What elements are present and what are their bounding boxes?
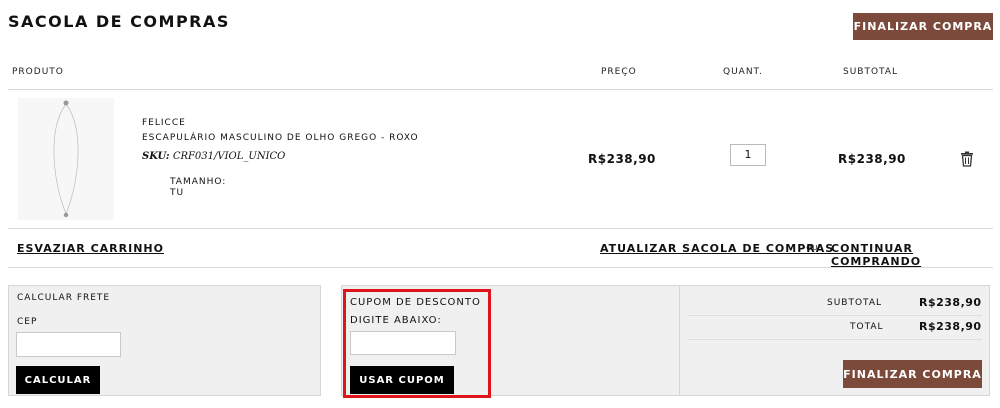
divider <box>688 315 982 316</box>
item-price: R$238,90 <box>588 152 656 166</box>
sku-label: SKU: <box>142 151 170 162</box>
product-sku: SKU: CRF031/VIOL_UNICO <box>142 151 285 162</box>
product-name[interactable]: ESCAPULÁRIO MASCULINO DE OLHO GREGO - RO… <box>142 133 419 143</box>
divider <box>8 228 993 229</box>
product-image[interactable] <box>18 98 114 220</box>
sku-value: CRF031/VIOL_UNICO <box>172 151 286 162</box>
cep-input[interactable] <box>16 332 121 357</box>
summary-subtotal-value: R$238,90 <box>919 296 982 309</box>
continue-shopping-link[interactable]: CONTINUAR COMPRANDO <box>831 242 1000 268</box>
highlight-frame <box>343 289 491 398</box>
or-separator: -OU- <box>803 244 821 252</box>
product-brand: FELICCE <box>142 118 186 128</box>
column-header-quantity: QUANT. <box>723 67 763 77</box>
summary-total-value: R$238,90 <box>919 320 982 333</box>
page-title: SACOLA DE COMPRAS <box>8 12 230 31</box>
divider <box>8 89 993 90</box>
shipping-title: CALCULAR FRETE <box>17 293 111 303</box>
summary-checkout-button[interactable]: FINALIZAR COMPRA <box>843 360 982 388</box>
cep-label: CEP <box>17 317 38 327</box>
column-header-price: PREÇO <box>601 67 637 77</box>
top-checkout-button[interactable]: FINALIZAR COMPRA <box>853 13 993 40</box>
column-header-subtotal: SUBTOTAL <box>843 67 899 77</box>
size-value: TU <box>170 188 185 198</box>
update-bag-link[interactable]: ATUALIZAR SACOLA DE COMPRAS <box>600 242 834 255</box>
size-label: TAMANHO: <box>170 177 227 187</box>
summary-total-label: TOTAL <box>850 322 884 332</box>
trash-icon[interactable] <box>960 151 974 167</box>
empty-cart-link[interactable]: ESVAZIAR CARRINHO <box>17 242 164 255</box>
column-header-product: PRODUTO <box>12 67 64 77</box>
quantity-input[interactable]: 1 <box>730 144 766 166</box>
item-subtotal: R$238,90 <box>838 152 906 166</box>
necklace-illustration <box>53 100 79 218</box>
summary-subtotal-label: SUBTOTAL <box>827 298 883 308</box>
divider <box>8 267 993 268</box>
calculate-button[interactable]: CALCULAR <box>16 366 100 394</box>
divider <box>688 339 982 340</box>
